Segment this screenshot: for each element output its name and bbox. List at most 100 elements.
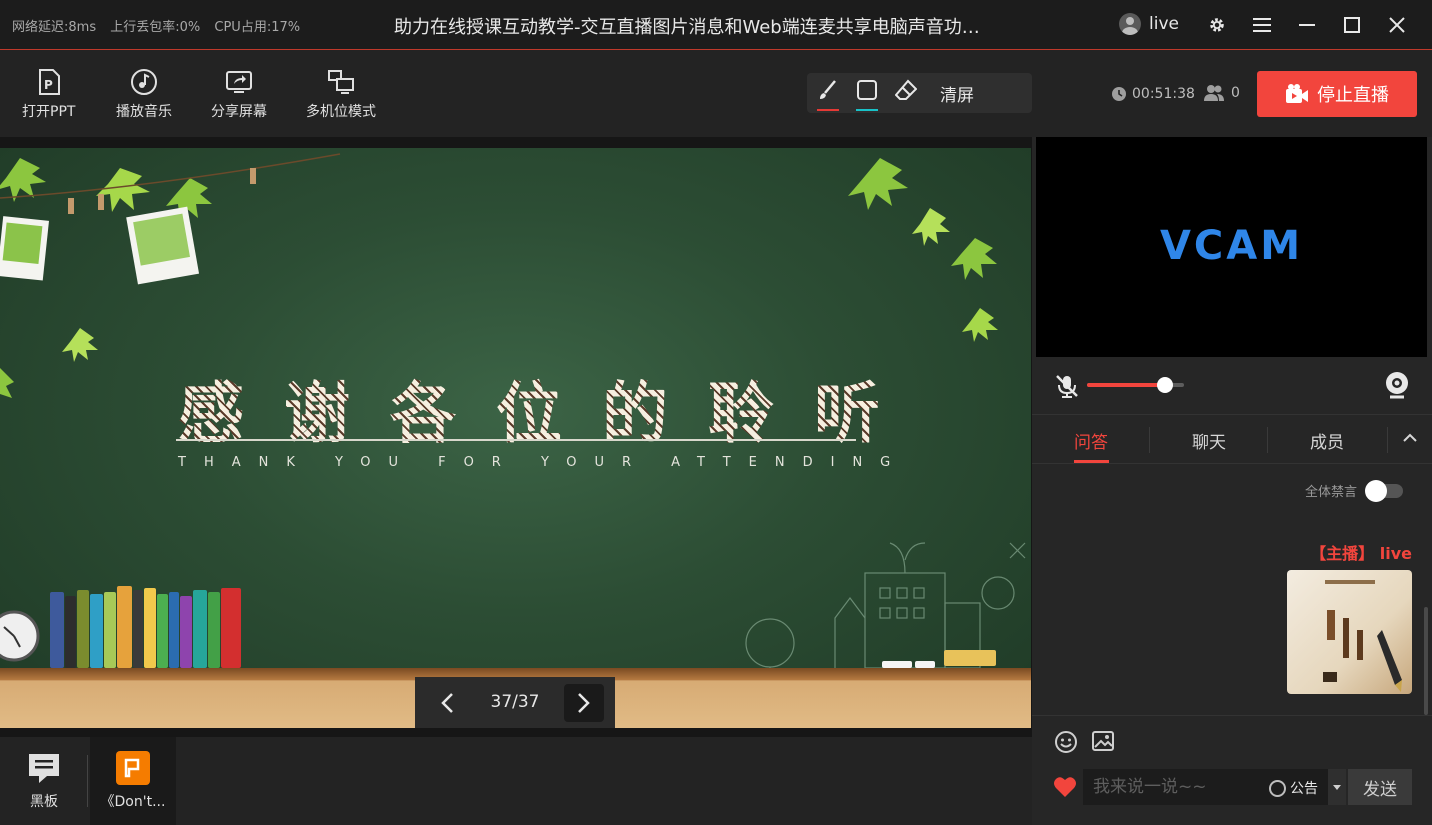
doc-thumbnail[interactable]: 《Don't... xyxy=(90,737,176,825)
mute-all-control: 全体禁言 xyxy=(1305,479,1404,502)
chat-tabs: 问答 聊天 成员 xyxy=(1032,414,1432,464)
right-panel: VCAM 问答 聊天 成员 全体禁言 【主播】 live 我来说一说~~ 公告 … xyxy=(1032,137,1432,825)
chat-input[interactable] xyxy=(1083,769,1263,805)
ppt-file-icon: P xyxy=(38,69,60,95)
share-screen-button[interactable]: 分享屏幕 xyxy=(211,68,267,121)
eraser-icon xyxy=(895,79,917,100)
image-icon xyxy=(1092,731,1114,751)
send-button[interactable]: 发送 xyxy=(1348,769,1412,805)
tab-chat[interactable]: 聊天 xyxy=(1192,428,1226,453)
mic-toggle[interactable] xyxy=(1054,373,1080,399)
stop-live-button[interactable]: 停止直播 xyxy=(1257,71,1417,117)
window-title: 助力在线授课互动教学-交互直播图片消息和Web端连麦共享电脑声音功… xyxy=(394,17,980,38)
share-screen-label: 分享屏幕 xyxy=(211,104,267,120)
chalk-decoration xyxy=(915,661,935,668)
slide-subtitle: THANK YOU FOR YOUR ATTENDING xyxy=(178,455,909,470)
chat-scrollbar[interactable] xyxy=(1424,607,1428,715)
tab-divider xyxy=(1267,427,1268,453)
prev-slide-button[interactable] xyxy=(427,684,467,722)
pen-color-indicator xyxy=(817,109,839,111)
maximize-icon xyxy=(1344,17,1360,33)
live-camera-icon xyxy=(1286,84,1308,103)
active-tab-indicator xyxy=(1074,460,1109,463)
menu-button[interactable] xyxy=(1247,10,1277,40)
emoji-button[interactable] xyxy=(1054,730,1078,754)
image-upload-button[interactable] xyxy=(1091,730,1115,754)
timer-value: 00:51:38 xyxy=(1132,86,1195,102)
message-composer: 公告 发送 xyxy=(1032,715,1432,825)
doc-name: 《Don't... xyxy=(100,794,166,810)
notice-radio[interactable] xyxy=(1269,779,1286,797)
settings-button[interactable] xyxy=(1202,10,1232,40)
status-stats: 网络延迟:8ms 上行丢包率:0% CPU占用:17% xyxy=(12,16,310,35)
volume-fill xyxy=(1087,383,1165,387)
slide-stage: 感谢各位的聆听 THANK YOU FOR YOUR ATTENDING 37/… xyxy=(0,137,1032,737)
brush-icon xyxy=(820,80,836,99)
tab-members[interactable]: 成员 xyxy=(1310,428,1344,453)
heart-icon xyxy=(1054,777,1076,797)
gear-icon xyxy=(1210,18,1224,32)
clock-decoration xyxy=(0,610,40,662)
audio-controls xyxy=(1032,357,1432,413)
viewer-count-value: 0 xyxy=(1231,85,1240,101)
rectangle-icon xyxy=(857,80,877,100)
volume-knob[interactable] xyxy=(1156,377,1173,393)
message-author: 【主播】 live xyxy=(1310,544,1412,563)
play-music-button[interactable]: 播放音乐 xyxy=(116,68,172,121)
multi-camera-icon xyxy=(328,70,354,94)
volume-slider[interactable] xyxy=(1087,377,1184,393)
slide-pager: 37/37 xyxy=(415,677,615,728)
blackboard-label: 黑板 xyxy=(30,794,58,810)
user-menu[interactable]: live xyxy=(1119,13,1179,35)
blackboard-button[interactable]: 黑板 xyxy=(6,737,82,825)
tab-divider xyxy=(1387,427,1388,453)
minimize-button[interactable] xyxy=(1292,10,1322,40)
camera-toggle[interactable] xyxy=(1384,371,1410,399)
multi-camera-button[interactable]: 多机位模式 xyxy=(306,68,376,121)
chalk-decoration xyxy=(882,661,912,668)
multi-camera-label: 多机位模式 xyxy=(306,104,376,120)
mute-all-toggle[interactable] xyxy=(1365,479,1404,502)
collapse-button[interactable] xyxy=(1402,430,1422,450)
stop-live-label: 停止直播 xyxy=(1317,85,1389,106)
slide-title: 感谢各位的聆听 xyxy=(178,360,920,456)
pen-tool[interactable] xyxy=(815,79,841,111)
chevron-up-icon xyxy=(1403,433,1417,442)
close-button[interactable] xyxy=(1382,10,1412,40)
play-music-label: 播放音乐 xyxy=(116,104,172,120)
chevron-right-icon xyxy=(578,693,590,713)
webcam-icon xyxy=(1386,372,1408,399)
shape-tool[interactable] xyxy=(854,79,880,111)
eraser-tool[interactable] xyxy=(893,79,919,107)
document-dock: 黑板 《Don't... xyxy=(0,737,1032,825)
next-slide-button[interactable] xyxy=(564,684,604,722)
poster-image xyxy=(1323,580,1402,692)
close-icon xyxy=(1389,17,1405,33)
title-bar: 网络延迟:8ms 上行丢包率:0% CPU占用:17% 助力在线授课互动教学-交… xyxy=(0,0,1432,50)
chat-input-box: 公告 xyxy=(1083,769,1346,805)
notice-option[interactable]: 公告 xyxy=(1269,778,1318,798)
tab-divider xyxy=(1149,427,1150,453)
dock-divider xyxy=(87,755,88,807)
page-indicator: 37/37 xyxy=(490,692,540,712)
chalk-decoration xyxy=(944,650,996,666)
svg-text:P: P xyxy=(44,78,53,92)
mic-muted-icon xyxy=(1056,375,1078,398)
minimize-icon xyxy=(1299,24,1315,26)
blackboard-icon xyxy=(29,754,59,783)
open-ppt-label: 打开PPT xyxy=(22,104,76,120)
open-ppt-button[interactable]: P 打开PPT xyxy=(22,68,75,121)
clock-icon xyxy=(1112,87,1126,101)
send-options-dropdown[interactable] xyxy=(1328,769,1346,805)
clear-screen-button[interactable]: 清屏 xyxy=(940,81,974,106)
main-toolbar: P 打开PPT 播放音乐 分享屏幕 多机位模式 清屏 00:51:38 0 停止… xyxy=(0,51,1432,137)
user-name: live xyxy=(1149,14,1179,34)
maximize-button[interactable] xyxy=(1337,10,1367,40)
mute-all-label: 全体禁言 xyxy=(1305,485,1358,500)
message-image[interactable] xyxy=(1287,570,1412,694)
camera-preview: VCAM xyxy=(1036,137,1427,357)
share-screen-icon xyxy=(226,71,252,93)
like-button[interactable] xyxy=(1053,776,1077,798)
tab-qa[interactable]: 问答 xyxy=(1074,428,1108,453)
draw-toolbar: 清屏 xyxy=(807,73,1032,113)
